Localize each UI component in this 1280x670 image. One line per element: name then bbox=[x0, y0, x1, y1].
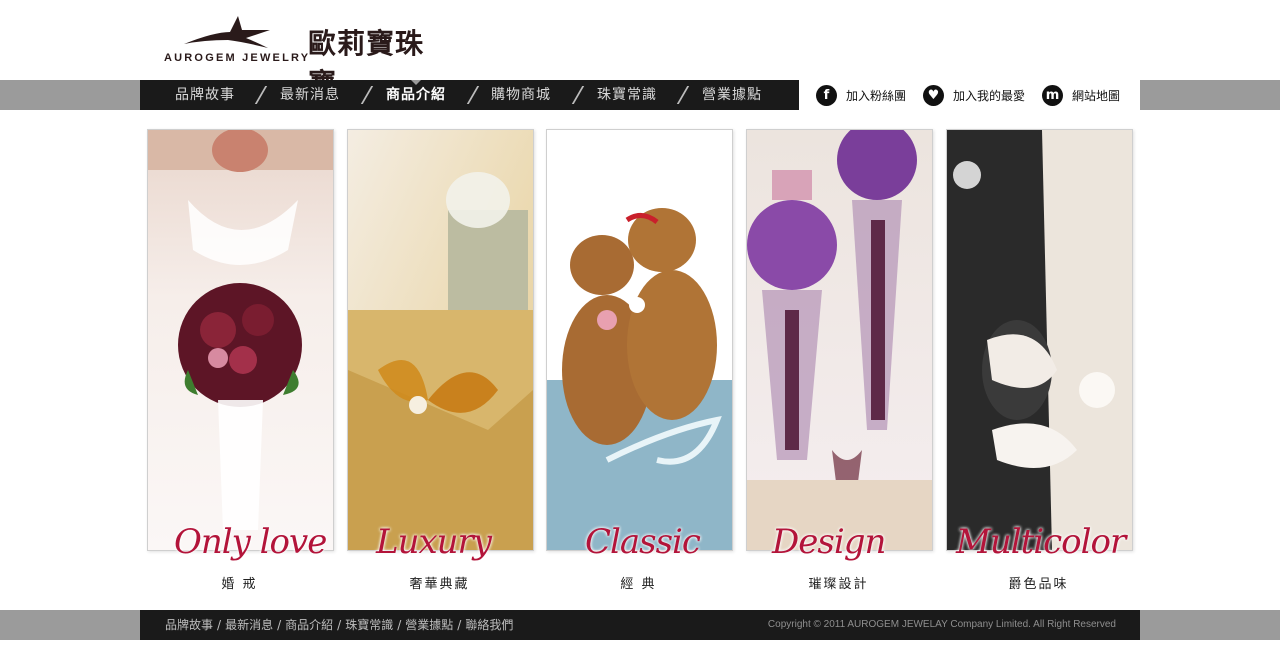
panel-title-multicolor: Multicolor bbox=[956, 522, 1126, 562]
panel-subtitle-only-love: 婚 戒 bbox=[221, 577, 258, 592]
flower-vases-image bbox=[747, 130, 932, 550]
nav-separator bbox=[466, 86, 480, 104]
footer-separator: / bbox=[457, 618, 462, 632]
footer-link-news[interactable]: 最新消息 bbox=[225, 618, 273, 632]
panel-design[interactable] bbox=[746, 129, 933, 551]
panel-subtitle-luxury: 奢華典藏 bbox=[409, 577, 470, 592]
brand-logo[interactable]: AUROGEM JEWELRY 歐莉寶珠寶 bbox=[164, 14, 444, 100]
panel-subtitle-multicolor: 爵色品味 bbox=[1008, 577, 1069, 592]
sitemap-label: 網站地圖 bbox=[1072, 88, 1121, 103]
copyright-text: Copyright © 2011 AUROGEM JEWELAY Company… bbox=[767, 619, 1116, 630]
couple-gloves-image bbox=[947, 130, 1132, 550]
teddy-bears-image bbox=[547, 130, 732, 550]
panel-multicolor[interactable] bbox=[946, 129, 1133, 551]
nav-separator bbox=[360, 86, 374, 104]
sitemap-link[interactable]: m 網站地圖 bbox=[1042, 84, 1120, 106]
footer-link-brand-story[interactable]: 品牌故事 bbox=[165, 618, 213, 632]
nav-separator bbox=[571, 86, 585, 104]
facebook-icon: f bbox=[816, 84, 837, 106]
footer-links: 品牌故事 / 最新消息 / 商品介紹 / 珠寶常識 / 營業據點 / 聯絡我們 bbox=[165, 610, 513, 640]
footer-link-products[interactable]: 商品介紹 bbox=[285, 618, 333, 632]
heart-icon: ♥ bbox=[923, 84, 944, 106]
nav-item-shop[interactable]: 購物商城 bbox=[491, 80, 551, 110]
nav-item-jewelry-knowledge[interactable]: 珠寶常識 bbox=[597, 80, 657, 110]
panel-only-love[interactable] bbox=[147, 129, 334, 551]
add-favorite-label: 加入我的最愛 bbox=[953, 88, 1026, 103]
panel-title-only-love: Only love bbox=[174, 522, 327, 562]
panel-luxury[interactable] bbox=[347, 129, 534, 551]
sitemap-icon: m bbox=[1042, 84, 1063, 106]
main-nav: 品牌故事 最新消息 商品介紹 購物商城 珠寶常識 營業據點 bbox=[140, 80, 799, 110]
nav-item-locations[interactable]: 營業據點 bbox=[702, 80, 762, 110]
panel-subtitle-classic: 經 典 bbox=[620, 577, 657, 592]
nav-separator bbox=[254, 86, 268, 104]
footer-link-locations[interactable]: 營業據點 bbox=[405, 618, 453, 632]
join-fans-link[interactable]: f 加入粉絲團 bbox=[816, 84, 906, 106]
gift-box-image bbox=[348, 130, 533, 550]
nav-separator bbox=[676, 86, 690, 104]
star-logo-icon bbox=[184, 16, 270, 48]
footer-separator: / bbox=[217, 618, 222, 632]
brand-name-en: AUROGEM JEWELRY bbox=[164, 52, 311, 64]
footer-separator: / bbox=[337, 618, 342, 632]
nav-item-products[interactable]: 商品介紹 bbox=[386, 80, 446, 110]
panel-title-classic: Classic bbox=[585, 522, 701, 562]
add-favorite-link[interactable]: ♥ 加入我的最愛 bbox=[923, 84, 1025, 106]
footer-link-contact[interactable]: 聯絡我們 bbox=[465, 618, 513, 632]
bride-bouquet-image bbox=[148, 130, 333, 550]
panel-title-design: Design bbox=[772, 522, 886, 562]
panel-classic[interactable] bbox=[546, 129, 733, 551]
nav-item-news[interactable]: 最新消息 bbox=[280, 80, 340, 110]
footer-link-jewelry-knowledge[interactable]: 珠寶常識 bbox=[345, 618, 393, 632]
panel-subtitle-design: 璀璨設計 bbox=[808, 577, 869, 592]
join-fans-label: 加入粉絲團 bbox=[846, 88, 907, 103]
utility-links: f 加入粉絲團 ♥ 加入我的最愛 m 網站地圖 bbox=[799, 80, 1140, 110]
footer-separator: / bbox=[397, 618, 402, 632]
footer: 品牌故事 / 最新消息 / 商品介紹 / 珠寶常識 / 營業據點 / 聯絡我們 Copyright … bbox=[140, 610, 1140, 640]
footer-separator: / bbox=[277, 618, 282, 632]
panel-title-luxury: Luxury bbox=[376, 522, 492, 562]
nav-item-brand-story[interactable]: 品牌故事 bbox=[175, 80, 235, 110]
